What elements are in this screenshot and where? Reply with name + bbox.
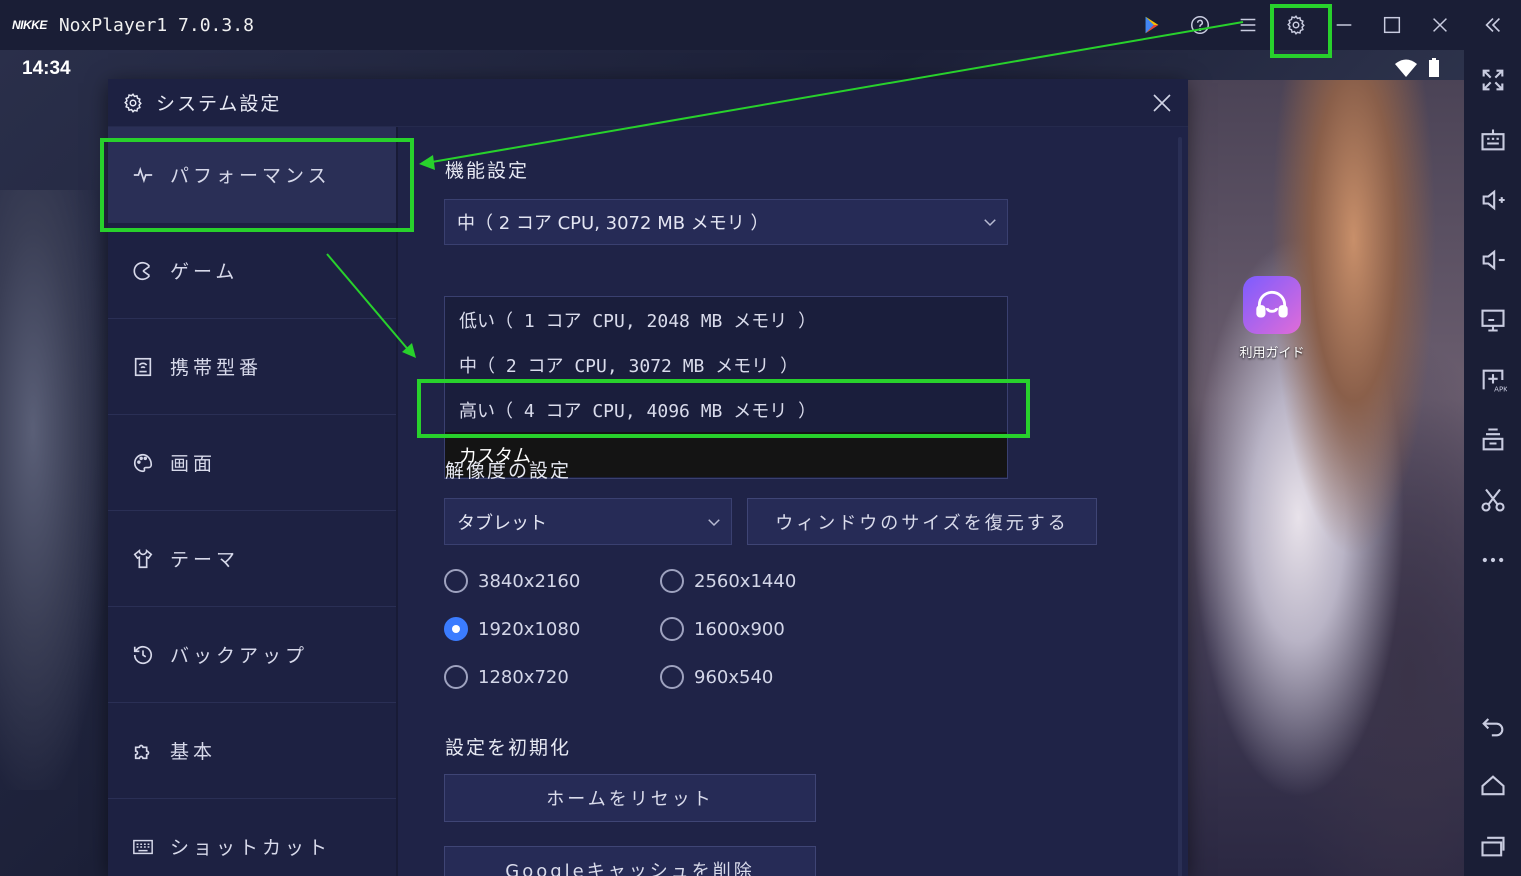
more-icon[interactable] [1464, 530, 1521, 590]
dialog-close-icon[interactable] [1150, 91, 1174, 115]
wallpaper-character [1188, 80, 1464, 876]
window-title: NoxPlayer1 7.0.3.8 [58, 14, 254, 36]
puzzle-icon [134, 744, 150, 759]
sidebar-item-theme[interactable]: テーマ [108, 511, 396, 607]
resolution-radio-3840x2160[interactable]: 3840x2160 [444, 569, 660, 593]
maximize-icon[interactable] [1368, 0, 1416, 50]
highlight-custom-option [417, 379, 1030, 438]
performance-section-title: 機能設定 [445, 160, 530, 182]
history-icon [133, 645, 153, 664]
sidebar-item-label: ゲーム [170, 261, 239, 283]
sidebar-item-label: テーマ [170, 549, 240, 571]
radio-label: 1280x720 [478, 666, 569, 688]
resolution-radio-2560x1440[interactable]: 2560x1440 [660, 569, 876, 593]
sidebar-item-label: 画面 [170, 453, 217, 475]
menu-icon[interactable] [1224, 0, 1272, 50]
resolution-radio-row-1: 3840x2160 2560x1440 [444, 569, 876, 593]
right-toolbar: APK [1464, 50, 1521, 876]
home-icon[interactable] [1464, 756, 1521, 816]
radio-circle [444, 569, 468, 593]
radio-circle [444, 665, 468, 689]
resolution-radio-row-3: 1280x720 960x540 [444, 665, 876, 689]
resolution-radio-960x540[interactable]: 960x540 [660, 665, 876, 689]
app-logo: NIKKE [12, 18, 47, 32]
wifi-icon [1395, 59, 1417, 77]
status-icons [1394, 58, 1440, 78]
sidebar-item-basic[interactable]: 基本 [108, 703, 396, 799]
svg-text:APK: APK [1494, 386, 1507, 394]
keyboard-mapping-icon[interactable] [1464, 110, 1521, 170]
chevron-down-icon [708, 518, 720, 526]
radio-label: 1600x900 [694, 618, 785, 640]
screen-icon[interactable] [1464, 290, 1521, 350]
multi-instance-icon[interactable] [1464, 410, 1521, 470]
sidebar-item-label: 携帯型番 [170, 357, 263, 379]
install-apk-icon[interactable]: APK [1464, 350, 1521, 410]
headset-icon [1243, 276, 1301, 334]
resolution-radio-1920x1080[interactable]: 1920x1080 [444, 617, 660, 641]
reset-home-button[interactable]: ホームをリセット [444, 774, 816, 822]
clear-google-cache-button[interactable]: Googleキャッシュを削除 [444, 846, 816, 876]
keyboard-icon [133, 839, 153, 854]
phone-icon [134, 357, 152, 376]
sidebar-item-label: ショットカット [170, 837, 332, 859]
palette-icon [134, 453, 153, 472]
sidebar-item-display[interactable]: 画面 [108, 415, 396, 511]
volume-up-icon[interactable] [1464, 170, 1521, 230]
resolution-section-title: 解像度の設定 [445, 460, 572, 482]
guide-app-shortcut[interactable]: 利用ガイド [1234, 276, 1310, 361]
radio-circle [444, 617, 468, 641]
settings-sidebar: パフォーマンス ゲーム 携帯型番 画面 テーマ バックアップ 基本 ショットカッ… [108, 127, 396, 876]
shirt-icon [133, 548, 153, 568]
volume-down-icon[interactable] [1464, 230, 1521, 290]
settings-content: 機能設定 中（ 2 コア CPU, 3072 MB メモリ ） 低い（ 1 コア… [398, 127, 1188, 876]
performance-select[interactable]: 中（ 2 コア CPU, 3072 MB メモリ ） [444, 199, 1008, 245]
close-window-icon[interactable] [1416, 0, 1464, 50]
resolution-radio-1600x900[interactable]: 1600x900 [660, 617, 876, 641]
reset-section-title: 設定を初期化 [445, 737, 572, 759]
radio-circle [660, 665, 684, 689]
dialog-header: システム設定 [108, 79, 1188, 127]
highlight-settings-gear [1270, 4, 1332, 58]
play-store-icon[interactable] [1128, 0, 1176, 50]
sidebar-item-label: バックアップ [170, 645, 309, 667]
radio-label: 2560x1440 [694, 570, 797, 592]
resolution-mode-value: タブレット [457, 512, 547, 534]
radio-circle [660, 617, 684, 641]
chevron-down-icon [984, 219, 996, 227]
highlight-performance-tab [100, 138, 414, 232]
sidebar-item-phone-model[interactable]: 携帯型番 [108, 319, 396, 415]
back-icon[interactable] [1464, 696, 1521, 756]
settings-gear-icon [124, 92, 142, 113]
dialog-title: システム設定 [156, 93, 282, 115]
sidebar-item-label: 基本 [170, 741, 217, 763]
collapse-sidebar-icon[interactable] [1464, 0, 1521, 50]
sidebar-item-shortcut[interactable]: ショットカット [108, 799, 396, 876]
radio-circle [660, 569, 684, 593]
resolution-radio-1280x720[interactable]: 1280x720 [444, 665, 660, 689]
gamepad-icon [133, 261, 151, 280]
restore-window-size-button[interactable]: ウィンドウのサイズを復元する [747, 498, 1097, 545]
recent-apps-icon[interactable] [1464, 816, 1521, 876]
dropdown-option-low[interactable]: 低い（ 1 コア CPU, 2048 MB メモリ ） [445, 297, 1007, 342]
content-scrollbar[interactable] [1178, 137, 1182, 876]
wallpaper-left [0, 190, 110, 790]
performance-selected-value: 中（ 2 コア CPU, 3072 MB メモリ ） [457, 213, 769, 234]
resolution-radio-row-2: 1920x1080 1600x900 [444, 617, 876, 641]
radio-label: 960x540 [694, 666, 774, 688]
guide-app-label: 利用ガイド [1239, 346, 1305, 361]
scissors-icon[interactable] [1464, 470, 1521, 530]
help-icon[interactable] [1176, 0, 1224, 50]
radio-label: 3840x2160 [478, 570, 581, 592]
battery-icon [1429, 58, 1439, 77]
sidebar-item-game[interactable]: ゲーム [108, 223, 396, 319]
sidebar-item-backup[interactable]: バックアップ [108, 607, 396, 703]
status-time: 14:34 [22, 58, 71, 79]
resolution-mode-select[interactable]: タブレット [444, 498, 732, 545]
radio-label: 1920x1080 [478, 618, 581, 640]
fullscreen-icon[interactable] [1464, 50, 1521, 110]
